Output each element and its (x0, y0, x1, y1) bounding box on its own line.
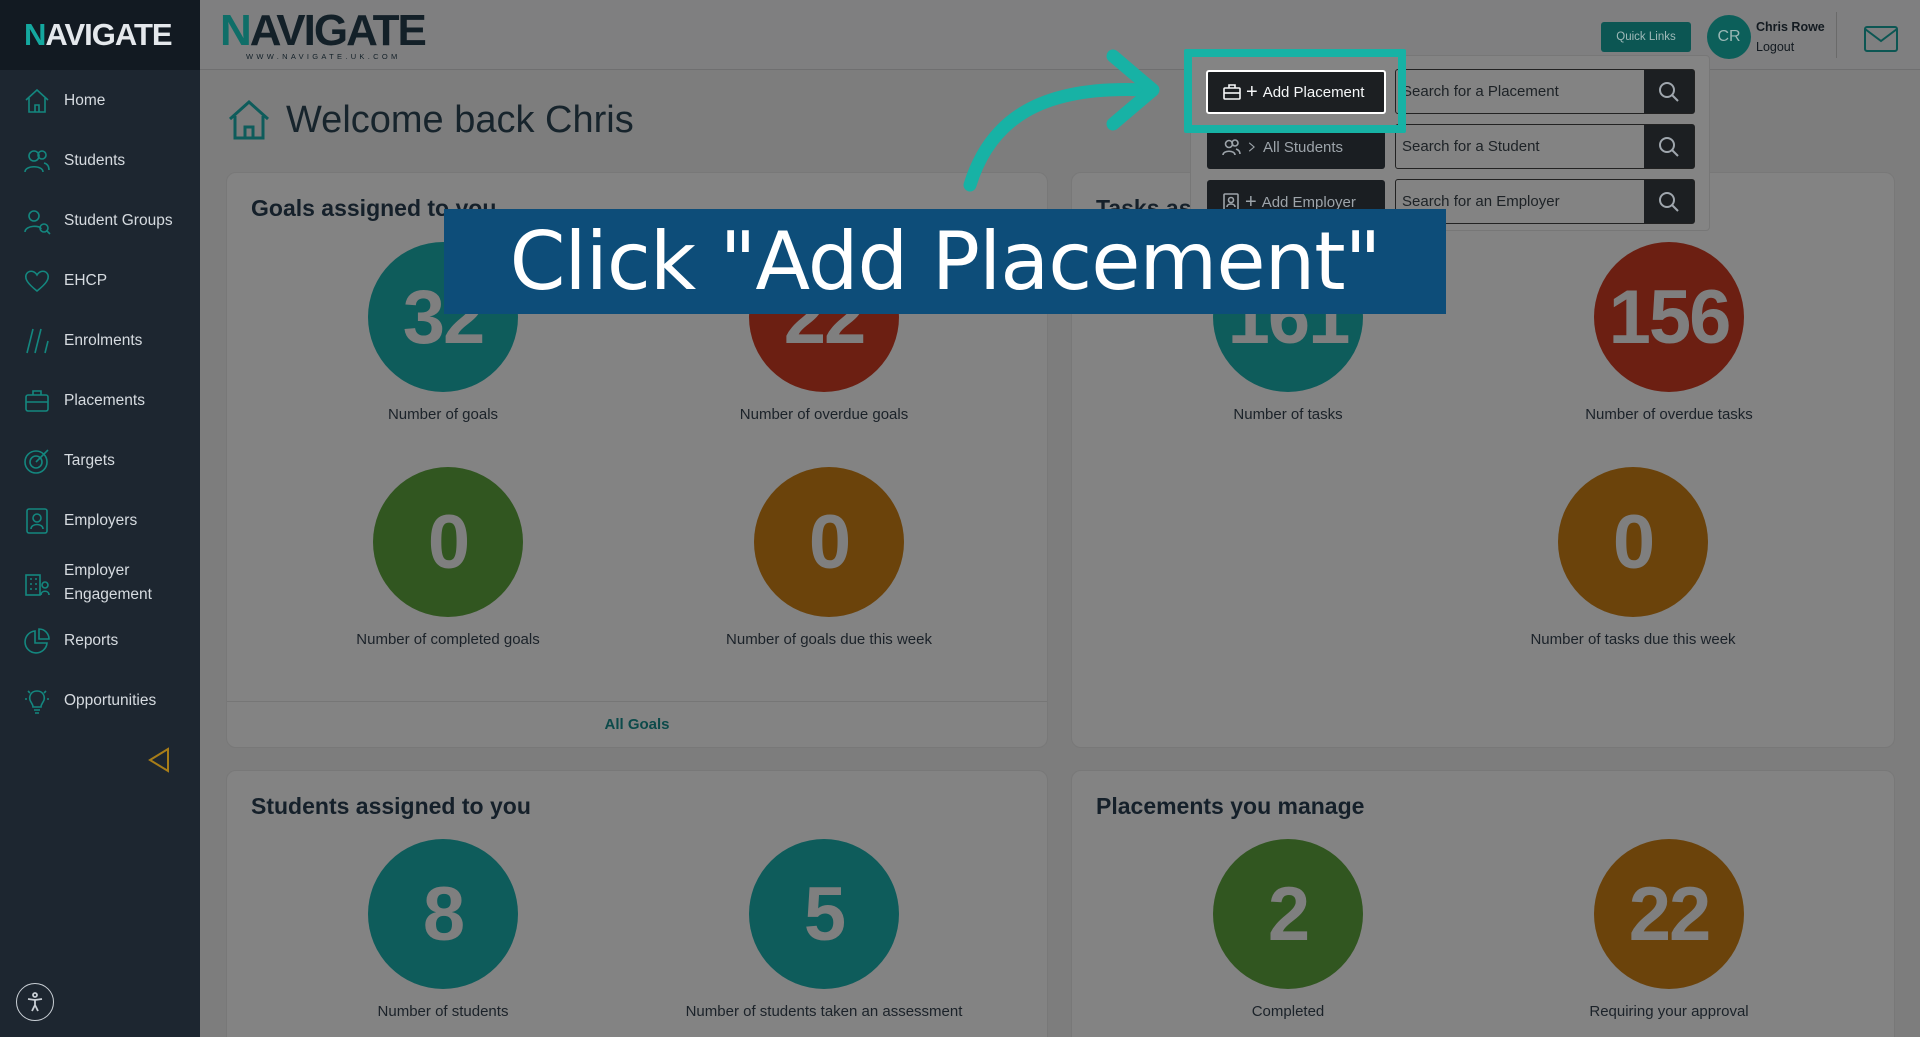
highlight-frame (1184, 49, 1406, 133)
search-icon (1659, 136, 1679, 157)
sidebar-item-employer-engagement[interactable]: Employer Engagement (0, 558, 200, 608)
student-groups-icon (22, 206, 52, 236)
sidebar-item-label: Student Groups (64, 212, 173, 229)
sidebar-item-targets[interactable]: Targets (0, 448, 200, 474)
sidebar-item-label: Placements (64, 392, 145, 409)
search-student-button[interactable] (1644, 125, 1694, 168)
avatar[interactable]: CR (1707, 15, 1751, 59)
stat-label: Number of students (377, 1003, 509, 1020)
user-name: Chris Rowe (1756, 20, 1825, 34)
stat-overdue-tasks[interactable]: 156 Number of overdue tasks (1519, 242, 1819, 423)
stat-label: Number of goals due this week (726, 631, 932, 648)
search-employer-button[interactable] (1644, 180, 1694, 223)
stat-value: 5 (749, 839, 899, 989)
stat-label: Completed (1251, 1003, 1325, 1020)
sidebar-item-students[interactable]: Students (0, 148, 200, 174)
search-placement-box (1395, 69, 1695, 114)
placements-card: Placements you manage 2 Completed 22 Req… (1071, 770, 1895, 1037)
search-icon (1659, 191, 1679, 212)
briefcase-icon (22, 386, 52, 416)
stat-label: Number of overdue tasks (1585, 406, 1753, 423)
sidebar-item-student-groups[interactable]: Student Groups (0, 206, 200, 236)
card-title: Placements you manage (1096, 793, 1365, 819)
all-goals-link[interactable]: All Goals (227, 701, 1047, 747)
stat-value: 22 (1594, 839, 1744, 989)
lightbulb-icon (22, 686, 52, 716)
pointer-arrow-icon (963, 49, 1160, 192)
stat-students-assessed[interactable]: 5 Number of students taken an assessment (674, 839, 974, 1020)
students-card: Students assigned to you 8 Number of stu… (226, 770, 1048, 1037)
stat-placements-completed[interactable]: 2 Completed (1138, 839, 1438, 1020)
sidebar-item-label: Opportunities (64, 692, 157, 709)
search-student-input[interactable] (1396, 125, 1644, 168)
instruction-banner: Click "Add Placement" (444, 209, 1446, 314)
page-title: Welcome back Chris (286, 99, 634, 141)
stat-value: 2 (1213, 839, 1363, 989)
search-icon (1659, 81, 1679, 102)
sidebar-item-label: Employers (64, 512, 138, 529)
students-icon (1222, 139, 1241, 156)
target-icon (22, 446, 52, 476)
sidebar-item-label: Students (64, 152, 126, 169)
stat-label: Number of tasks (1233, 406, 1343, 423)
stat-tasks-due-week[interactable]: 0 Number of tasks due this week (1483, 467, 1783, 648)
stat-label: Number of goals (387, 406, 499, 423)
main-logo[interactable]: NAVIGATE WWW.NAVIGATE.UK.COM (220, 9, 427, 62)
sidebar-item-label: Enrolments (64, 332, 143, 349)
stat-students[interactable]: 8 Number of students (293, 839, 593, 1020)
logout-link[interactable]: Logout (1756, 40, 1794, 54)
sidebar: NAVIGATE Home Students Student Groups EH… (0, 0, 200, 1037)
card-title: Students assigned to you (251, 793, 531, 819)
sidebar-item-reports[interactable]: Reports (0, 628, 200, 654)
search-placement-input[interactable] (1396, 70, 1644, 113)
sidebar-item-opportunities[interactable]: Opportunities (0, 688, 200, 714)
sidebar-item-ehcp[interactable]: EHCP (0, 268, 200, 294)
sidebar-item-label: EHCP (64, 272, 108, 289)
divider (1836, 12, 1837, 58)
stat-label: Number of tasks due this week (1530, 631, 1736, 648)
search-student-box (1395, 124, 1695, 169)
sidebar-item-placements[interactable]: Placements (0, 388, 200, 414)
mail-icon[interactable] (1864, 26, 1898, 52)
chevron-right-icon (1248, 142, 1255, 152)
accessibility-icon[interactable] (16, 983, 54, 1021)
stat-value: 8 (368, 839, 518, 989)
heart-icon (22, 266, 52, 296)
stat-label: Number of students taken an assessment (685, 1003, 963, 1020)
logo-url: WWW.NAVIGATE.UK.COM (246, 52, 401, 61)
sidebar-item-label: Employer Engagement (64, 562, 152, 603)
sidebar-item-label: Targets (64, 452, 115, 469)
collapse-sidebar-icon[interactable] (146, 746, 172, 774)
sidebar-item-employers[interactable]: Employers (0, 508, 200, 534)
stat-value: 156 (1594, 242, 1744, 392)
home-icon (228, 99, 270, 140)
sidebar-logo[interactable]: NAVIGATE (0, 0, 200, 70)
stat-value: 0 (754, 467, 904, 617)
sidebar-item-enrolments[interactable]: Enrolments (0, 328, 200, 354)
stat-label: Requiring your approval (1589, 1003, 1749, 1020)
sidebar-item-label: Home (64, 92, 106, 109)
building-icon (22, 568, 52, 598)
stat-label: Number of completed goals (356, 631, 540, 648)
enrolments-icon (22, 326, 52, 356)
sidebar-item-label: Reports (64, 632, 119, 649)
students-icon (22, 146, 52, 176)
stat-label: Number of overdue goals (739, 406, 909, 423)
pie-chart-icon (22, 626, 52, 656)
sidebar-item-home[interactable]: Home (0, 88, 200, 114)
stat-completed-goals[interactable]: 0 Number of completed goals (298, 467, 598, 648)
stat-value: 0 (373, 467, 523, 617)
stat-value: 0 (1558, 467, 1708, 617)
quick-links-button[interactable]: Quick Links (1601, 22, 1691, 52)
stat-goals-due-week[interactable]: 0 Number of goals due this week (679, 467, 979, 648)
home-icon (22, 86, 52, 116)
stat-placements-approval[interactable]: 22 Requiring your approval (1519, 839, 1819, 1020)
search-placement-button[interactable] (1644, 70, 1694, 113)
employer-icon (22, 506, 52, 536)
